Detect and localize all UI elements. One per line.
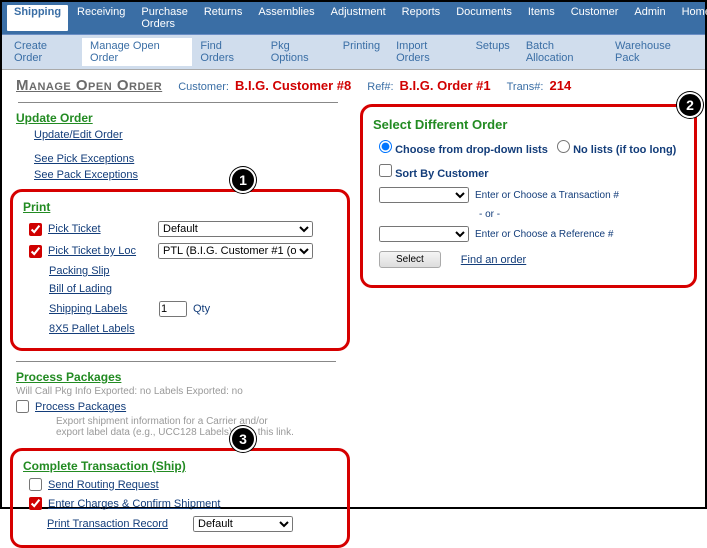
pick-ticket-select[interactable]: Default [158,221,313,237]
menu-customer[interactable]: Customer [563,4,627,32]
pick-ticket-loc-link[interactable]: Pick Ticket by Loc [48,245,152,257]
trans-select[interactable] [379,187,469,203]
enter-charges-link[interactable]: Enter Charges & Confirm Shipment [48,498,258,510]
menu-returns[interactable]: Returns [196,4,251,32]
nolists-radio-label[interactable]: No lists (if too long) [557,144,676,156]
menu-home[interactable]: Home [674,4,707,32]
pick-ticket-loc-select[interactable]: PTL (B.I.G. Customer #1 (orig [158,243,313,259]
or-label: - or - [479,209,500,220]
pick-exceptions-link[interactable]: See Pick Exceptions [10,151,350,167]
process-packages-checkbox[interactable] [16,400,29,413]
process-status: Will Call Pkg Info Exported: no Labels E… [16,386,350,397]
page-title-bar: Manage Open Order Customer: B.I.G. Custo… [2,70,705,98]
menu-admin[interactable]: Admin [626,4,673,32]
print-highlight-box: Print Pick Ticket Default Pick Ticket by… [10,189,350,351]
process-head: Process Packages [16,364,350,386]
menu-purchase-orders[interactable]: Purchase Orders [133,4,195,32]
ref-label: Ref#: [367,81,393,93]
menu-documents[interactable]: Documents [448,4,520,32]
badge-1: 1 [230,167,256,193]
update-order-head: Update Order [10,105,350,127]
sub-menubar: Create OrderManage Open OrderFind Orders… [2,35,705,70]
main-menubar: ShippingReceivingPurchase OrdersReturnsA… [2,2,705,35]
pick-ticket-link[interactable]: Pick Ticket [48,223,152,235]
ref-select[interactable] [379,226,469,242]
submenu-warehouse-pack[interactable]: Warehouse Pack [607,38,701,66]
print-head: Print [23,200,337,218]
dropdown-radio[interactable] [379,140,392,153]
complete-highlight-box: Complete Transaction (Ship) Send Routing… [10,448,350,548]
customer-label: Customer: [178,81,229,93]
trans-value: 214 [549,78,571,93]
right-column: 2 Select Different Order Choose from dro… [360,98,697,548]
submenu-pkg-options[interactable]: Pkg Options [263,38,335,66]
select-order-box: Select Different Order Choose from drop-… [360,104,697,288]
customer-value: B.I.G. Customer #8 [235,78,351,93]
submenu-batch-allocation[interactable]: Batch Allocation [518,38,607,66]
menu-assemblies[interactable]: Assemblies [250,4,322,32]
pack-exceptions-link[interactable]: See Pack Exceptions [10,167,350,183]
badge-2: 2 [677,92,703,118]
print-trans-record-link[interactable]: Print Transaction Record [47,518,187,530]
trans-label: Trans#: [507,81,544,93]
shipping-labels-link[interactable]: Shipping Labels [49,303,153,315]
submenu-import-orders[interactable]: Import Orders [388,38,467,66]
nolists-radio[interactable] [557,140,570,153]
page-title: Manage Open Order [16,77,162,94]
routing-checkbox[interactable] [29,478,42,491]
shipping-labels-qty-input[interactable] [159,301,187,317]
pick-ticket-checkbox[interactable] [29,223,42,236]
qty-label: Qty [193,303,210,315]
select-button[interactable]: Select [379,251,441,268]
dropdown-radio-label[interactable]: Choose from drop-down lists [379,144,548,156]
bol-link[interactable]: Bill of Lading [49,283,153,295]
menu-items[interactable]: Items [520,4,563,32]
complete-head: Complete Transaction (Ship) [23,459,337,475]
left-column: Update Order Update/Edit Order See Pick … [10,98,350,548]
ref-hint: Enter or Choose a Reference # [475,229,613,240]
submenu-create-order[interactable]: Create Order [6,38,82,66]
sort-customer-label[interactable]: Sort By Customer [379,168,489,180]
pick-ticket-loc-checkbox[interactable] [29,245,42,258]
packing-slip-link[interactable]: Packing Slip [49,265,153,277]
submenu-printing[interactable]: Printing [335,38,388,66]
update-edit-link[interactable]: Update/Edit Order [10,127,350,143]
sort-customer-checkbox[interactable] [379,164,392,177]
enter-charges-checkbox[interactable] [29,497,42,510]
process-packages-section: Process Packages Will Call Pkg Info Expo… [10,351,350,442]
print-trans-record-select[interactable]: Default [193,516,293,532]
submenu-setups[interactable]: Setups [468,38,518,66]
routing-link[interactable]: Send Routing Request [48,479,248,491]
pallet-labels-link[interactable]: 8X5 Pallet Labels [49,323,153,335]
menu-adjustment[interactable]: Adjustment [323,4,394,32]
trans-hint: Enter or Choose a Transaction # [475,190,619,201]
submenu-manage-open-order[interactable]: Manage Open Order [82,38,192,66]
menu-shipping[interactable]: Shipping [6,4,69,32]
submenu-find-orders[interactable]: Find Orders [192,38,262,66]
badge-3: 3 [230,426,256,452]
select-order-head: Select Different Order [373,117,684,136]
find-order-link[interactable]: Find an order [461,254,526,266]
menu-receiving[interactable]: Receiving [69,4,133,32]
ref-value: B.I.G. Order #1 [400,78,491,93]
menu-reports[interactable]: Reports [394,4,449,32]
process-packages-link[interactable]: Process Packages [35,401,139,413]
